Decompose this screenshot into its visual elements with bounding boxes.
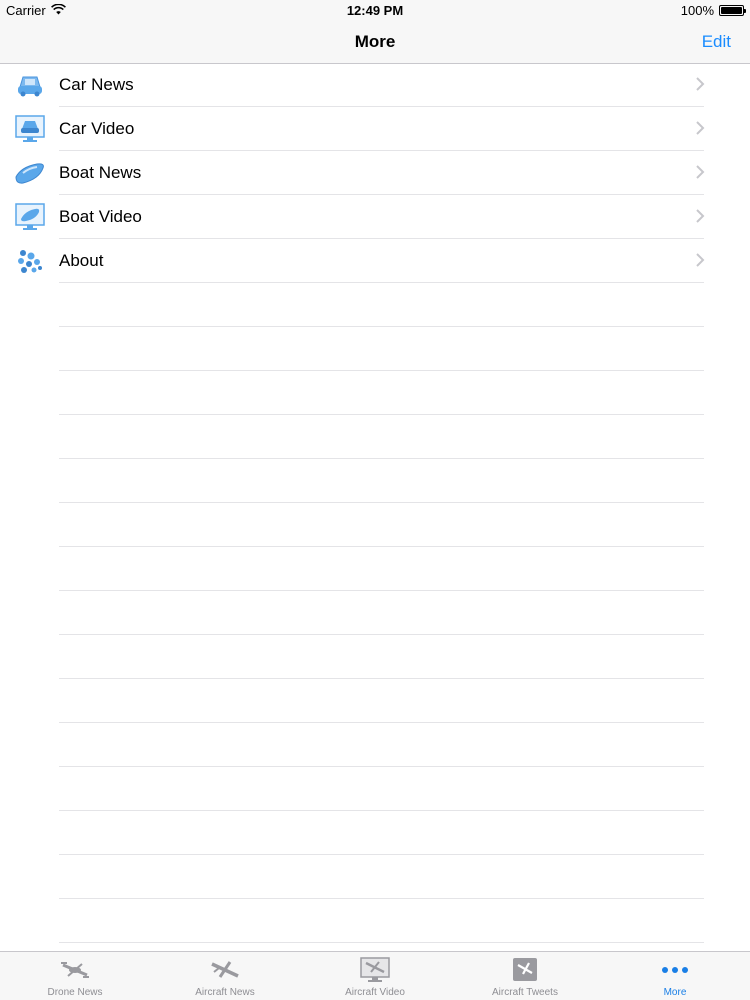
empty-row — [0, 283, 750, 327]
chevron-right-icon — [695, 252, 705, 268]
aircraft-tweets-icon — [510, 957, 540, 983]
car-video-icon — [15, 115, 45, 143]
empty-row — [0, 635, 750, 679]
tab-bar: Drone News Aircraft News Aircraft Video … — [0, 951, 750, 1000]
tab-more[interactable]: More — [600, 952, 750, 1000]
aircraft-video-icon — [360, 957, 390, 983]
chevron-right-icon — [695, 164, 705, 180]
tab-aircraft-video[interactable]: Aircraft Video — [300, 952, 450, 1000]
more-icon — [660, 957, 690, 983]
empty-row — [0, 723, 750, 767]
empty-row — [0, 591, 750, 635]
battery-icon — [719, 5, 746, 16]
status-time: 12:49 PM — [346, 3, 404, 18]
status-right: 100% — [680, 3, 746, 18]
tab-label: Aircraft Tweets — [492, 987, 558, 998]
chevron-right-icon — [695, 76, 705, 92]
empty-row — [0, 855, 750, 899]
chevron-right-icon — [695, 208, 705, 224]
tab-label: Aircraft News — [195, 987, 255, 998]
drone-icon — [60, 957, 90, 983]
empty-row — [0, 327, 750, 371]
list-item-label: Car Video — [59, 119, 135, 138]
tab-label: Aircraft Video — [345, 987, 405, 998]
empty-row — [0, 767, 750, 811]
boat-news-icon — [15, 159, 45, 187]
battery-percent: 100% — [680, 3, 714, 18]
empty-row — [0, 679, 750, 723]
screen: Carrier 12:49 PM 100% More Edit Car News… — [0, 0, 750, 1000]
list-item-boat-news[interactable]: Boat News — [0, 151, 750, 195]
edit-button[interactable]: Edit — [702, 32, 731, 52]
empty-row — [0, 547, 750, 591]
tab-label: Drone News — [47, 987, 103, 998]
list-item-label: Car News — [59, 75, 134, 94]
list-item-label: About — [59, 251, 104, 270]
about-icon — [15, 247, 45, 275]
empty-row — [0, 371, 750, 415]
tab-aircraft-tweets[interactable]: Aircraft Tweets — [450, 952, 600, 1000]
status-bar: Carrier 12:49 PM 100% — [0, 0, 750, 20]
tab-label: More — [663, 987, 687, 998]
empty-row — [0, 459, 750, 503]
list-item-car-video[interactable]: Car Video — [0, 107, 750, 151]
list-item-label: Boat News — [59, 163, 142, 182]
car-news-icon — [15, 71, 45, 99]
empty-row — [0, 899, 750, 943]
navigation-bar: More Edit — [0, 20, 750, 64]
list-item-label: Boat Video — [59, 207, 142, 226]
list-item-boat-video[interactable]: Boat Video — [0, 195, 750, 239]
empty-row — [0, 503, 750, 547]
empty-row — [0, 415, 750, 459]
more-list: Car News Car Video Boat News Boat Video … — [0, 63, 750, 943]
row-separator — [59, 942, 704, 943]
tab-drone-news[interactable]: Drone News — [0, 952, 150, 1000]
tab-aircraft-news[interactable]: Aircraft News — [150, 952, 300, 1000]
list-item-about[interactable]: About — [0, 239, 750, 283]
boat-video-icon — [15, 203, 45, 231]
aircraft-icon — [210, 957, 240, 983]
page-title: More — [354, 32, 396, 51]
list-item-car-news[interactable]: Car News — [0, 63, 750, 107]
empty-row — [0, 811, 750, 855]
chevron-right-icon — [695, 120, 705, 136]
